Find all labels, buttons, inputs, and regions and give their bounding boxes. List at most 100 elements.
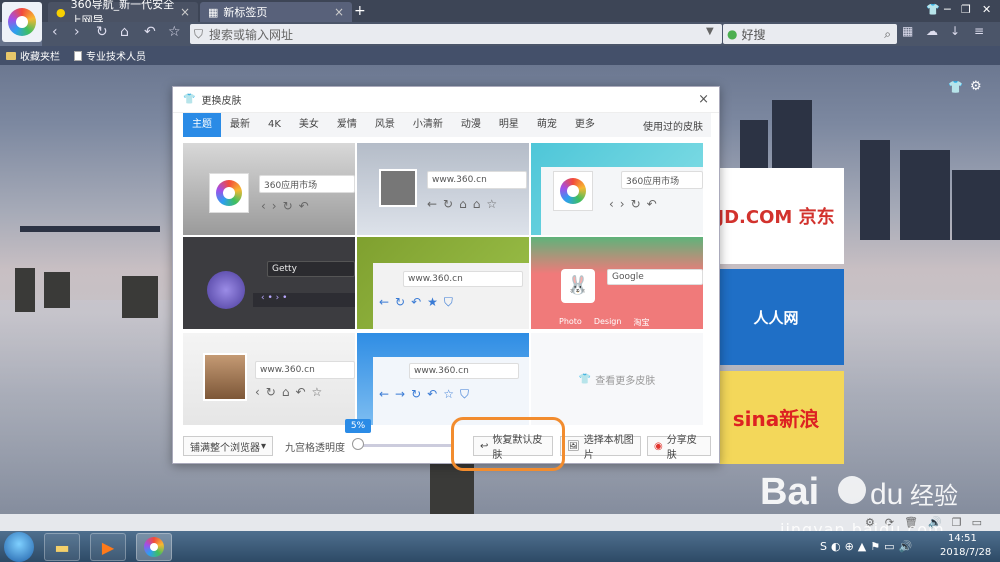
start-button[interactable] bbox=[4, 532, 34, 562]
skin-thumbnail[interactable]: Getty ‹ • › • bbox=[183, 237, 355, 329]
skin-thumbnail[interactable]: www.360.cn ←↻⌂⌂☆ bbox=[357, 143, 529, 235]
tab-4k[interactable]: 4K bbox=[259, 113, 290, 137]
search-engine-icon: ● bbox=[727, 27, 738, 41]
thumb-label: Getty bbox=[272, 264, 297, 274]
clock-time[interactable]: 14:51 bbox=[948, 533, 977, 544]
dialog-title: 更换皮肤 bbox=[201, 96, 242, 107]
close-tab-icon[interactable]: × bbox=[180, 5, 190, 19]
search-icon[interactable]: ⌕ bbox=[884, 27, 897, 42]
tab-theme[interactable]: 主题 bbox=[183, 113, 221, 137]
nav-icons: ‹↻⌂↶☆ bbox=[255, 385, 329, 399]
play-icon: ▶ bbox=[101, 537, 115, 557]
thumb-label: www.360.cn bbox=[408, 274, 463, 284]
skin-thumbnail[interactable]: 🐰 Google Photo Design 淘宝 bbox=[531, 237, 703, 329]
more-skins-tile[interactable]: 👕 查看更多皮肤 bbox=[531, 333, 703, 425]
skin-thumbnail[interactable]: 360应用市场 ‹›↻↶ bbox=[531, 143, 703, 235]
site-tile-jd[interactable]: JD.COM 京东 bbox=[708, 168, 844, 264]
skin-dialog: 👕 更换皮肤 × 主题 最新 4K 美女 爱情 风景 小清新 动漫 明星 萌宠 … bbox=[172, 86, 720, 464]
opacity-label: 九宫格透明度 bbox=[285, 443, 345, 454]
tab-fresh[interactable]: 小清新 bbox=[404, 113, 452, 137]
undo-icon[interactable]: ↶ bbox=[144, 24, 156, 40]
skin-thumbnail[interactable]: www.360.cn ‹↻⌂↶☆ bbox=[183, 333, 355, 425]
tab-more[interactable]: 更多 bbox=[566, 113, 604, 137]
dialog-close-icon[interactable]: × bbox=[698, 92, 709, 107]
360-logo-icon bbox=[144, 537, 164, 557]
skin-shirt-icon[interactable]: 👕 bbox=[926, 3, 940, 16]
opacity-slider-knob[interactable] bbox=[352, 438, 364, 450]
wooden-piling bbox=[122, 276, 158, 318]
address-input[interactable]: 搜索或输入网址 bbox=[209, 26, 293, 43]
fullskin-select[interactable]: 铺满整个浏览器 ▾ bbox=[183, 436, 273, 456]
button-label: 选择本机图片 bbox=[583, 435, 634, 461]
address-bar[interactable]: ⛉ 搜索或输入网址 bbox=[190, 24, 722, 44]
dialog-title-bar: 👕 更换皮肤 bbox=[173, 87, 719, 113]
tab-star[interactable]: 明星 bbox=[490, 113, 528, 137]
tile-label: sina新浪 bbox=[732, 407, 820, 431]
wooden-piling bbox=[44, 272, 70, 308]
tile-label: 人人网 bbox=[753, 308, 799, 327]
tab-pets[interactable]: 萌宠 bbox=[528, 113, 566, 137]
browser-logo[interactable] bbox=[2, 2, 42, 42]
new-tab-button[interactable]: + bbox=[354, 3, 366, 19]
close-tab-icon[interactable]: × bbox=[334, 5, 344, 19]
skin-shirt-icon[interactable]: 👕 bbox=[948, 80, 963, 94]
close-window-icon[interactable]: ✕ bbox=[982, 3, 991, 16]
minimize-icon[interactable]: ─ bbox=[944, 3, 951, 16]
wooden-piling bbox=[15, 268, 35, 312]
opacity-slider-track[interactable] bbox=[353, 444, 453, 447]
svg-text:经验: 经验 bbox=[910, 482, 958, 510]
bookmark-item[interactable]: 专业技术人员 bbox=[74, 48, 146, 63]
share-skin-button[interactable]: ◉ 分享皮肤 bbox=[647, 435, 711, 461]
tab-360-navigation[interactable]: ● 360导航_新一代安全上网导 × bbox=[48, 0, 198, 27]
shirt-icon: 👕 bbox=[183, 94, 196, 105]
skin-thumbnail[interactable]: www.360.cn ←↻↶★⛉ bbox=[357, 237, 529, 329]
tab-love[interactable]: 爱情 bbox=[328, 113, 366, 137]
page-icon bbox=[74, 50, 82, 61]
thumb-links: Photo Design 淘宝 bbox=[559, 317, 649, 328]
wooden-piling bbox=[430, 464, 474, 514]
mini-bar: www.360.cn bbox=[255, 361, 355, 379]
more-skins-label: 查看更多皮肤 bbox=[595, 375, 656, 387]
apps-grid-icon[interactable]: ▦ bbox=[902, 24, 913, 38]
tab-latest[interactable]: 最新 bbox=[221, 113, 259, 137]
tab-scenery[interactable]: 风景 bbox=[366, 113, 404, 137]
taskbar-explorer[interactable]: ▬ bbox=[44, 533, 80, 561]
used-skins-link[interactable]: 使用过的皮肤 bbox=[643, 118, 711, 133]
skin-category-tabs: 主题 最新 4K 美女 爱情 风景 小清新 动漫 明星 萌宠 更多 使用过的皮肤 bbox=[183, 113, 711, 137]
taskbar-media-player[interactable]: ▶ bbox=[90, 533, 126, 561]
site-tile-renren[interactable]: 人人网 bbox=[708, 269, 844, 365]
download-icon[interactable]: ↓ bbox=[950, 24, 960, 38]
nav-icons: ‹›↻↶ bbox=[609, 197, 663, 211]
tab-new-tab[interactable]: ▦ 新标签页 × bbox=[200, 2, 352, 22]
select-local-image-button[interactable]: 🖼 选择本机图片 bbox=[560, 435, 641, 461]
menu-icon[interactable]: ≡ bbox=[974, 24, 984, 38]
restore-icon[interactable]: ❐ bbox=[961, 3, 971, 16]
gear-icon[interactable]: ⚙ bbox=[970, 79, 982, 94]
forward-icon[interactable]: › bbox=[74, 24, 80, 40]
favorite-star-icon[interactable]: ☆ bbox=[168, 24, 181, 40]
tab-beauty[interactable]: 美女 bbox=[290, 113, 328, 137]
clock-date[interactable]: 2018/7/28 bbox=[940, 547, 991, 558]
bookmark-folder[interactable]: 收藏夹栏 bbox=[6, 48, 60, 63]
taskbar-360-browser[interactable] bbox=[136, 533, 172, 561]
cloud-icon[interactable]: ☁ bbox=[926, 24, 938, 38]
home-icon[interactable]: ⌂ bbox=[120, 24, 129, 40]
back-icon[interactable]: ‹ bbox=[52, 24, 58, 40]
bookmark-label: 专业技术人员 bbox=[86, 52, 146, 63]
thumb-label: www.360.cn bbox=[432, 175, 487, 185]
portrait-photo bbox=[379, 169, 417, 207]
nav-icons: ←↻⌂⌂☆ bbox=[427, 197, 504, 211]
refresh-icon[interactable]: ↻ bbox=[96, 24, 108, 40]
tab-anime[interactable]: 动漫 bbox=[452, 113, 490, 137]
search-box[interactable]: ● 好搜 ⌕ bbox=[723, 24, 897, 44]
skin-thumbnail[interactable]: 360应用市场 ‹›↻↶ bbox=[183, 143, 355, 235]
search-input[interactable]: 好搜 bbox=[741, 26, 765, 43]
site-tile-sina[interactable]: sina新浪 bbox=[708, 371, 844, 464]
system-tray-icons[interactable]: S◐⊕▲⚑▭🔊 bbox=[820, 540, 916, 553]
skin-thumbnail[interactable]: www.360.cn ←→↻↶☆⛉ bbox=[357, 333, 529, 425]
360-favicon-icon: ● bbox=[56, 5, 66, 19]
address-dropdown-icon[interactable]: ▼ bbox=[706, 26, 714, 37]
ring bbox=[560, 178, 586, 204]
tile-label: JD.COM 京东 bbox=[717, 207, 835, 228]
mini-bar: 360应用市场 bbox=[621, 171, 703, 189]
